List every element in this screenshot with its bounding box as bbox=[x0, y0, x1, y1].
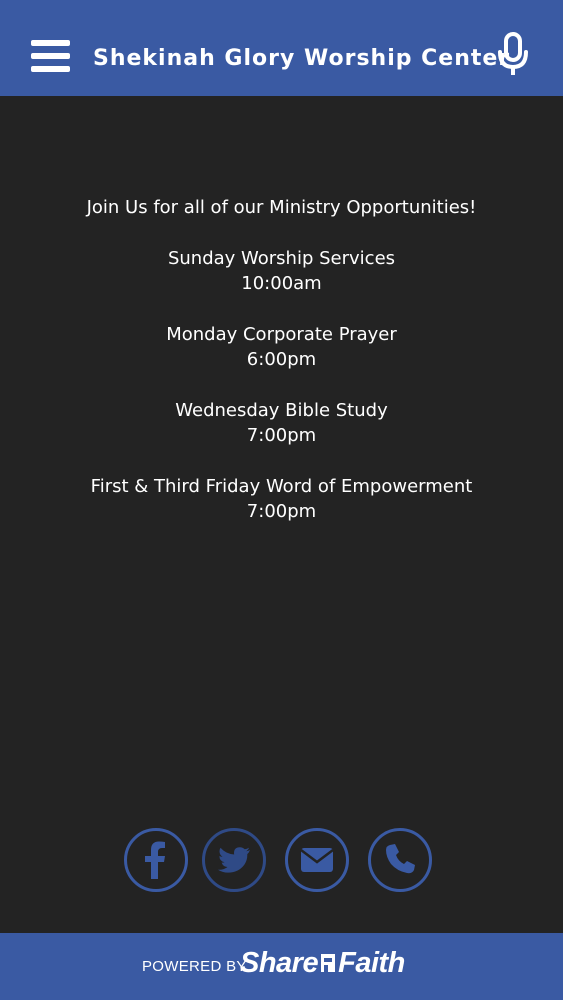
email-icon bbox=[300, 848, 334, 872]
twitter-button[interactable] bbox=[202, 828, 266, 892]
event-item: Wednesday Bible Study 7:00pm bbox=[0, 398, 563, 448]
event-name: Monday Corporate Prayer bbox=[166, 324, 397, 345]
phone-button[interactable] bbox=[368, 828, 432, 892]
powered-by-label: POWERED BY bbox=[142, 958, 247, 975]
app-footer: POWERED BY Share Faith bbox=[0, 933, 563, 1000]
event-name: Wednesday Bible Study bbox=[175, 400, 388, 421]
hamburger-menu-icon bbox=[31, 40, 70, 46]
hamburger-menu-icon-bar bbox=[31, 53, 70, 59]
event-name: Sunday Worship Services bbox=[167, 248, 396, 269]
intro-text: Join Us for all of our Ministry Opportun… bbox=[86, 197, 477, 218]
brand-right: Faith bbox=[338, 947, 405, 979]
event-time: 7:00pm bbox=[246, 425, 317, 446]
brand-left: Share bbox=[240, 947, 319, 979]
ministry-schedule: Join Us for all of our Ministry Opportun… bbox=[0, 195, 563, 550]
sharefaith-logo[interactable]: Share Faith bbox=[240, 947, 405, 980]
facebook-icon bbox=[145, 841, 165, 879]
app-header: Shekinah Glory Worship Center bbox=[0, 0, 563, 96]
social-links bbox=[0, 828, 563, 898]
twitter-icon bbox=[218, 847, 250, 873]
event-time: 6:00pm bbox=[246, 349, 317, 370]
page-title: Shekinah Glory Worship Center bbox=[93, 46, 511, 71]
sharefaith-logo-mark-icon bbox=[321, 954, 336, 972]
event-name: First & Third Friday Word of Empowerment bbox=[90, 476, 473, 497]
facebook-button[interactable] bbox=[124, 828, 188, 892]
event-item: Sunday Worship Services 10:00am bbox=[0, 246, 563, 296]
event-item: First & Third Friday Word of Empowerment… bbox=[0, 474, 563, 524]
microphone-button[interactable] bbox=[496, 32, 530, 78]
microphone-icon bbox=[498, 32, 528, 75]
event-time: 7:00pm bbox=[246, 501, 317, 522]
phone-icon bbox=[386, 844, 415, 874]
event-item: Monday Corporate Prayer 6:00pm bbox=[0, 322, 563, 372]
menu-button[interactable] bbox=[31, 40, 70, 73]
hamburger-menu-icon-bar bbox=[31, 66, 70, 72]
email-button[interactable] bbox=[285, 828, 349, 892]
event-time: 10:00am bbox=[241, 273, 322, 294]
